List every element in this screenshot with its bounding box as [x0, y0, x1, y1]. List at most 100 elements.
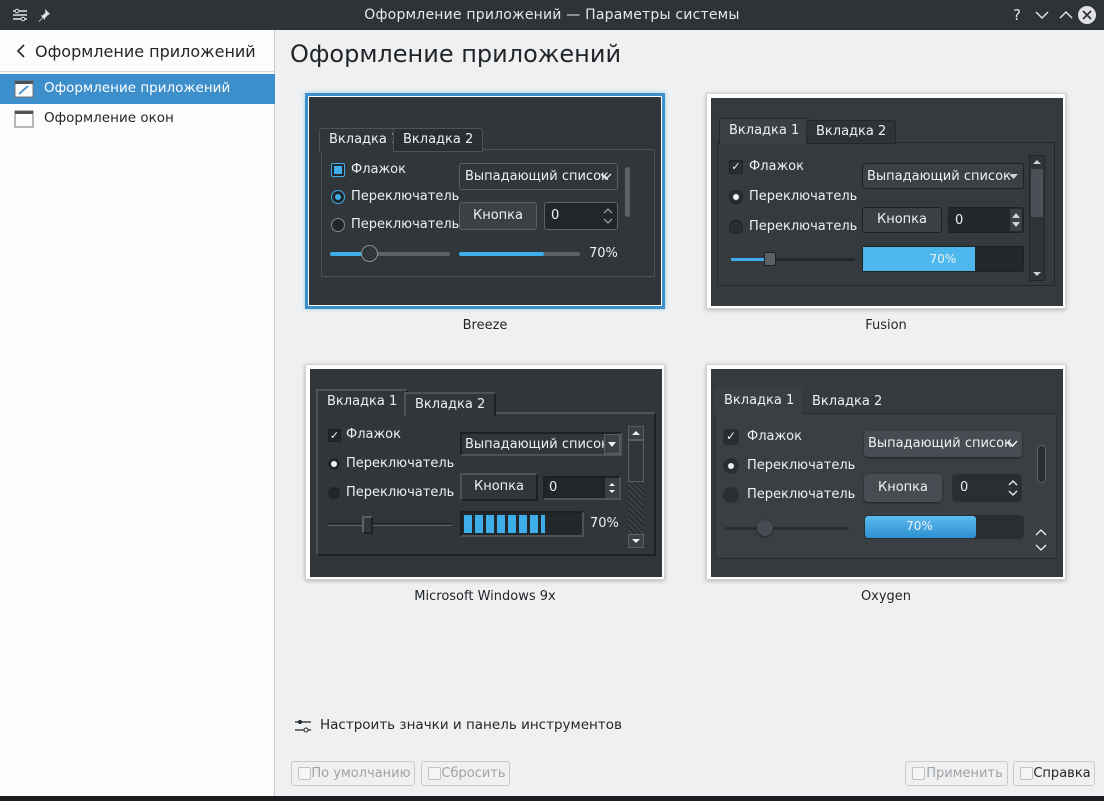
preview-radio-label: Переключатель [749, 219, 858, 234]
preview-radio-label: Переключатель [351, 217, 460, 232]
preview-checkbox-label: Флажок [351, 162, 406, 177]
preview-radio-label: Переключатель [749, 189, 858, 204]
preview-slider [725, 520, 849, 536]
preview-tab-2: Вкладка 2 [393, 128, 484, 152]
preview-scrollbar [628, 426, 644, 548]
sidebar-title: Оформление приложений [35, 42, 256, 61]
style-preview-oxygen: Вкладка 1 Вкладка 2 ✓ Флажок Переключате… [706, 364, 1066, 580]
preview-radio-label: Переключатель [346, 456, 455, 471]
close-icon[interactable] [1078, 6, 1096, 24]
preview-checkbox [331, 163, 345, 177]
taskbar-strip [0, 796, 1104, 801]
minimize-icon[interactable] [1032, 5, 1052, 25]
style-name: Microsoft Windows 9x [414, 589, 556, 604]
defaults-button[interactable]: По умолчанию [291, 761, 415, 786]
defaults-icon [298, 767, 311, 780]
preview-button: Кнопка [864, 474, 942, 502]
style-preview-fusion: Вкладка 1 Вкладка 2 ✓ Флажок Переключате… [706, 93, 1066, 309]
preview-progressbar [459, 252, 580, 256]
reset-icon [428, 767, 441, 780]
style-name: Breeze [462, 318, 508, 333]
preview-radio-off [723, 487, 739, 503]
preview-radio-label: Переключатель [747, 487, 856, 502]
preview-progressbar [460, 511, 584, 537]
preview-spinbox: 0 [952, 474, 1022, 502]
preview-radio-off [729, 220, 743, 234]
preview-tab-1: Вкладка 1 [715, 387, 804, 415]
configure-link-label: Настроить значки и панель инструментов [320, 717, 622, 733]
sidebar: Оформление приложений Оформление приложе… [0, 30, 275, 796]
preview-radio-label: Переключатель [747, 458, 856, 473]
preview-scrollbar [1029, 155, 1045, 281]
preview-tab-1: Вкладка 1 [316, 389, 409, 415]
sidebar-item-application-style[interactable]: Оформление приложений [0, 74, 275, 104]
preview-progress-label: 70% [906, 519, 933, 533]
back-arrow-icon[interactable] [14, 43, 28, 59]
preview-spinbox: 0 [543, 476, 621, 500]
main-content: Оформление приложений Вкладка 1 Вкладка … [276, 30, 1104, 796]
application-style-icon [14, 80, 34, 98]
preview-scrollbar [1033, 425, 1049, 553]
style-card-fusion[interactable]: Вкладка 1 Вкладка 2 ✓ Флажок Переключате… [706, 93, 1066, 333]
reset-button[interactable]: Сбросить [421, 761, 510, 786]
preview-progressbar: 70% [862, 246, 1024, 272]
preview-button: Кнопка [459, 202, 537, 230]
preview-dropdown: Выпадающий список [864, 431, 1022, 457]
preview-checkbox: ✓ [328, 429, 341, 442]
style-card-windows9x[interactable]: Вкладка 1 Вкладка 2 ✓ Флажок Переключате… [305, 364, 665, 604]
preview-progressbar: 70% [864, 515, 1024, 539]
apply-button[interactable]: Применить [905, 761, 1008, 786]
preview-slider [328, 516, 452, 534]
style-name: Oxygen [860, 589, 912, 604]
preview-tab-1: Вкладка 1 [719, 118, 810, 144]
preview-checkbox-label: Флажок [346, 427, 401, 442]
preview-checkbox-label: Флажок [749, 159, 804, 174]
window-title: Оформление приложений — Параметры систем… [364, 7, 740, 23]
help-button-icon [1020, 767, 1033, 780]
preview-progress-label: 70% [590, 516, 619, 531]
settings-window: Оформление приложений Оформление приложе… [0, 30, 1104, 801]
preview-checkbox: ✓ [723, 429, 739, 445]
style-preview-windows9x: Вкладка 1 Вкладка 2 ✓ Флажок Переключате… [305, 364, 665, 580]
preview-spinbox: 0 [544, 202, 618, 230]
preview-tab-2: Вкладка 2 [812, 394, 883, 409]
style-name: Fusion [865, 318, 907, 333]
svg-text:?: ? [1013, 7, 1021, 23]
preview-tab-2: Вкладка 2 [404, 392, 497, 416]
style-preview-breeze: Вкладка 1 Вкладка 2 Флажок Переключатель… [305, 93, 665, 309]
maximize-icon[interactable] [1056, 5, 1076, 25]
preview-spinbox: 0 [948, 207, 1024, 233]
preview-tab-2: Вкладка 2 [806, 120, 897, 144]
sidebar-item-label: Оформление окон [44, 110, 174, 126]
window-decorations-icon [14, 110, 34, 128]
preview-checkbox-label: Флажок [747, 429, 802, 444]
style-card-breeze[interactable]: Вкладка 1 Вкладка 2 Флажок Переключатель… [305, 93, 665, 333]
preview-radio-off [331, 218, 345, 232]
preview-dropdown: Выпадающий список [460, 432, 622, 456]
preview-radio-on [331, 190, 345, 204]
style-card-oxygen[interactable]: Вкладка 1 Вкладка 2 ✓ Флажок Переключате… [706, 364, 1066, 604]
preview-button: Кнопка [460, 473, 538, 501]
help-icon[interactable]: ? [1008, 5, 1028, 25]
preview-radio-label: Переключатель [351, 189, 460, 204]
help-button[interactable]: Справка [1013, 761, 1095, 786]
preview-radio-label: Переключатель [346, 485, 455, 500]
preview-checkbox: ✓ [729, 160, 743, 174]
page-title: Оформление приложений [290, 40, 622, 68]
configure-icon [295, 720, 311, 733]
preview-radio-off [328, 487, 340, 499]
sidebar-header[interactable]: Оформление приложений [0, 30, 275, 72]
preview-radio-on [328, 458, 340, 470]
sidebar-item-window-decorations[interactable]: Оформление окон [0, 104, 275, 134]
preview-dropdown: Выпадающий список [862, 163, 1024, 189]
preview-dropdown: Выпадающий список [459, 163, 618, 190]
preview-progress-label: 70% [589, 246, 618, 261]
title-bar: Оформление приложений — Параметры систем… [0, 0, 1104, 30]
apply-icon [912, 767, 925, 780]
preview-button: Кнопка [862, 207, 942, 233]
preview-radio-on [723, 458, 739, 474]
preview-slider [731, 252, 855, 266]
preview-slider [330, 245, 450, 262]
preview-radio-on [729, 190, 743, 204]
preview-scrollbar [625, 167, 630, 217]
